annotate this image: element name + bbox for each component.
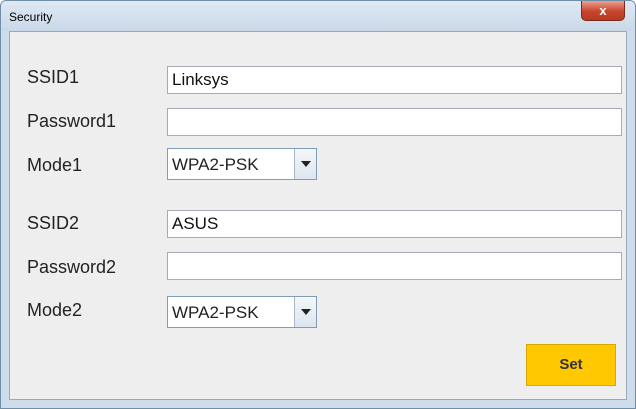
security-window: Security x SSID1 Password1 Mode1 WPA2-PS… [0, 0, 636, 409]
ssid2-label: SSID2 [27, 213, 80, 233]
mode1-value: WPA2-PSK [172, 155, 259, 174]
chevron-down-icon [301, 309, 311, 315]
close-button[interactable]: x [581, 1, 625, 21]
mode2-label: Mode2 [27, 300, 83, 320]
mode2-dropdown-button[interactable] [294, 297, 316, 327]
ssid2-input[interactable] [167, 210, 622, 238]
ssid1-input[interactable] [167, 66, 622, 94]
password2-input[interactable] [167, 252, 622, 280]
set-button[interactable]: Set [526, 344, 616, 386]
close-icon: x [599, 3, 607, 18]
mode2-value: WPA2-PSK [172, 303, 259, 322]
title-bar[interactable]: Security x [1, 1, 635, 31]
password1-input[interactable] [167, 108, 622, 136]
mode1-dropdown-button[interactable] [294, 149, 316, 179]
mode2-select[interactable]: WPA2-PSK [167, 296, 317, 328]
mode1-label: Mode1 [27, 155, 83, 175]
mode1-select[interactable]: WPA2-PSK [167, 148, 317, 180]
password1-label: Password1 [27, 111, 117, 131]
security-form: SSID1 Password1 Mode1 WPA2-PSK SSID2 Pas… [9, 31, 627, 400]
password2-label: Password2 [27, 257, 117, 277]
ssid1-label: SSID1 [27, 67, 80, 87]
window-title: Security [9, 10, 53, 24]
chevron-down-icon [301, 161, 311, 167]
